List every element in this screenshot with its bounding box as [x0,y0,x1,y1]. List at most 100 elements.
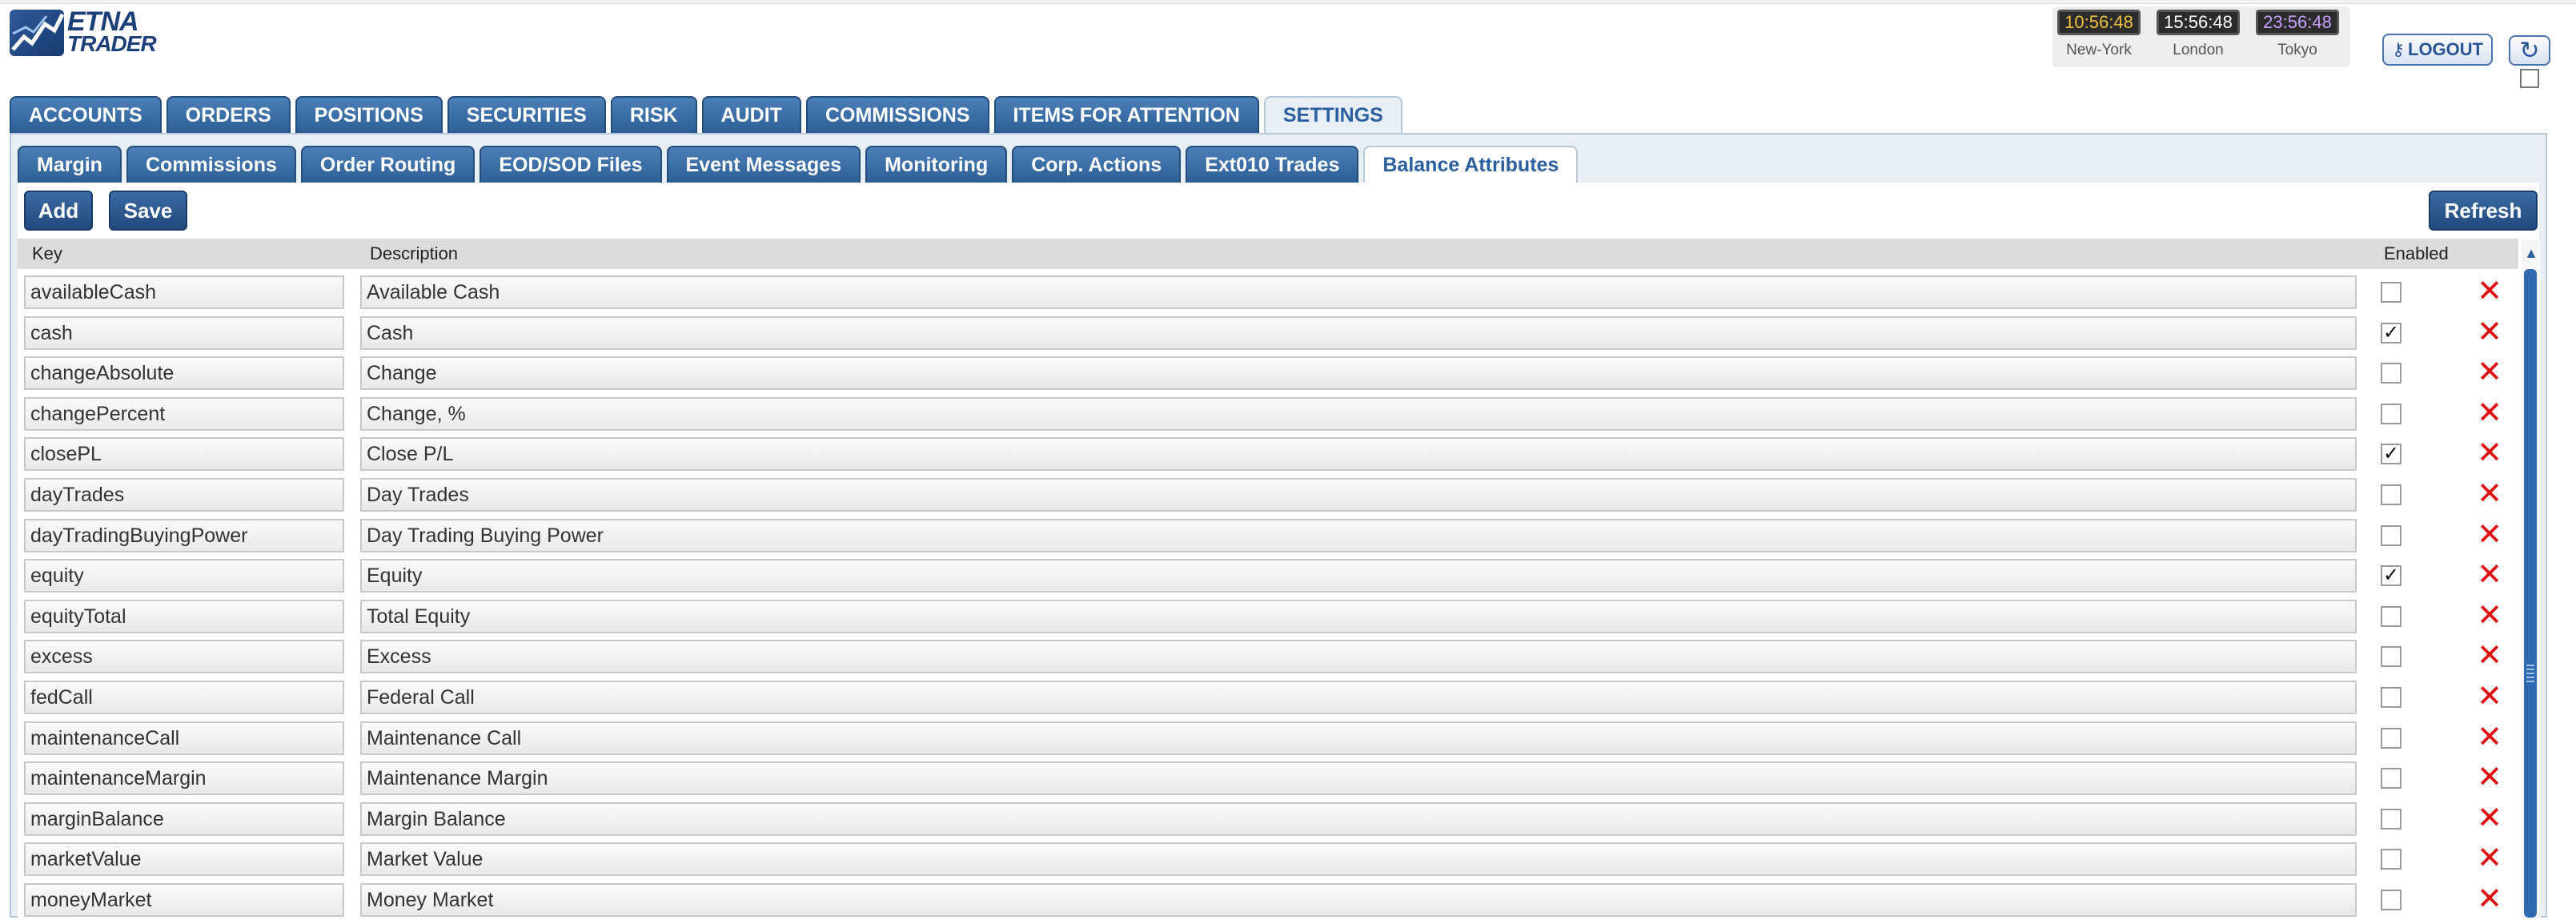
enabled-checkbox[interactable] [2381,363,2401,384]
key-field[interactable]: dayTradingBuyingPower [24,518,344,552]
subtab-corp-actions[interactable]: Corp. Actions [1012,146,1182,183]
tab-accounts[interactable]: ACCOUNTS [10,96,162,133]
delete-icon[interactable]: ✕ [2474,519,2506,551]
key-field[interactable]: excess [24,640,344,674]
scroll-thumb[interactable] [2524,269,2537,918]
key-field[interactable]: fedCall [24,681,344,714]
key-field[interactable]: availableCash [24,275,344,309]
subtab-monitoring[interactable]: Monitoring [865,146,1008,183]
delete-icon[interactable]: ✕ [2474,478,2506,510]
subtab-event-messages[interactable]: Event Messages [666,146,861,183]
enabled-checkbox[interactable] [2381,646,2401,668]
add-button[interactable]: Add [24,191,93,231]
save-button[interactable]: Save [109,191,187,231]
refresh-icon-button[interactable]: ↻ [2509,35,2550,66]
scroll-up-icon[interactable]: ▲ [2522,243,2541,263]
table-row: availableCash Available Cash ✕ [24,272,2514,312]
refresh-button[interactable]: Refresh [2429,191,2538,231]
enabled-checkbox[interactable] [2381,524,2401,546]
tab-securities[interactable]: SECURITIES [447,96,606,133]
delete-icon[interactable]: ✕ [2474,681,2506,713]
enabled-checkbox[interactable]: ✓ [2381,444,2401,465]
enabled-checkbox[interactable] [2381,403,2401,424]
key-field[interactable]: moneyMarket [24,883,344,917]
delete-icon[interactable]: ✕ [2474,842,2506,874]
key-field[interactable]: closePL [24,437,344,472]
description-field[interactable]: Available Cash [360,275,2357,309]
delete-icon[interactable]: ✕ [2474,640,2506,672]
enabled-checkbox[interactable] [2381,808,2401,830]
delete-icon[interactable]: ✕ [2474,761,2506,793]
description-field[interactable]: Close P/L [360,437,2357,472]
table-header: Key Description Enabled [18,239,2518,269]
tab-risk[interactable]: RISK [610,96,697,133]
description-field[interactable]: Day Trades [360,478,2357,512]
description-field[interactable]: Money Market [360,883,2357,917]
delete-icon[interactable]: ✕ [2474,600,2506,632]
tab-audit[interactable]: AUDIT [701,96,801,133]
key-field[interactable]: equity [24,559,344,593]
table-scrollbar[interactable]: ▲ [2522,240,2541,918]
tab-positions[interactable]: POSITIONS [295,96,443,133]
description-field[interactable]: Federal Call [360,681,2357,714]
description-field[interactable]: Market Value [360,842,2357,877]
key-field[interactable]: changePercent [24,396,344,431]
key-field[interactable]: equityTotal [24,599,344,633]
tab-orders[interactable]: ORDERS [166,96,291,133]
key-field[interactable]: maintenanceMargin [24,761,344,796]
delete-icon[interactable]: ✕ [2474,559,2506,591]
key-field[interactable]: maintenanceCall [24,721,344,755]
key-field[interactable]: marketValue [24,842,344,877]
key-field[interactable]: dayTrades [24,478,344,512]
subtab-balance-attributes[interactable]: Balance Attributes [1363,146,1579,183]
enabled-checkbox[interactable] [2381,605,2401,627]
enabled-checkbox[interactable]: ✓ [2381,322,2401,343]
enabled-checkbox[interactable] [2381,890,2401,910]
clock-city: Tokyo [2277,42,2317,58]
delete-icon[interactable]: ✕ [2474,883,2506,915]
table-row: equity Equity ✓ ✕ [24,556,2514,596]
column-header-enabled: Enabled [2384,243,2449,263]
tab-settings[interactable]: SETTINGS [1263,96,1402,133]
key-field[interactable]: changeAbsolute [24,356,344,391]
enabled-checkbox[interactable] [2381,849,2401,870]
description-field[interactable]: Excess [360,640,2357,674]
enabled-checkbox[interactable] [2381,282,2401,303]
tab-commissions[interactable]: COMMISSIONS [805,96,989,133]
subtab-ext010-trades[interactable]: Ext010 Trades [1186,146,1359,183]
enabled-checkbox[interactable]: ✓ [2381,565,2401,587]
description-field[interactable]: Equity [360,559,2357,593]
description-field[interactable]: Maintenance Margin [360,761,2357,796]
delete-icon[interactable]: ✕ [2474,437,2506,469]
enabled-checkbox[interactable] [2381,687,2401,708]
tab-items-for-attention[interactable]: ITEMS FOR ATTENTION [993,96,1259,133]
column-header-key: Key [32,243,62,263]
delete-icon[interactable]: ✕ [2474,721,2506,753]
subtab-margin[interactable]: Margin [18,146,122,183]
delete-icon[interactable]: ✕ [2474,275,2506,307]
main-tabs: ACCOUNTS ORDERS POSITIONS SECURITIES RIS… [10,96,1402,133]
enabled-checkbox[interactable] [2381,484,2401,505]
description-field[interactable]: Day Trading Buying Power [360,518,2357,552]
logout-button[interactable]: ⚷ LOGOUT [2382,34,2493,66]
enabled-checkbox[interactable] [2381,768,2401,789]
delete-icon[interactable]: ✕ [2474,397,2506,429]
delete-icon[interactable]: ✕ [2474,802,2506,834]
delete-icon[interactable]: ✕ [2474,316,2506,348]
column-header-description: Description [370,243,459,263]
subtab-commissions[interactable]: Commissions [126,146,296,183]
key-field[interactable]: cash [24,315,344,350]
subtab-order-routing[interactable]: Order Routing [300,146,475,183]
delete-icon[interactable]: ✕ [2474,356,2506,388]
enabled-checkbox[interactable] [2381,727,2401,749]
table-row: marginBalance Margin Balance ✕ [24,799,2514,839]
description-field[interactable]: Change, % [360,396,2357,431]
description-field[interactable]: Cash [360,315,2357,350]
description-field[interactable]: Total Equity [360,599,2357,633]
description-field[interactable]: Change [360,356,2357,391]
key-field[interactable]: marginBalance [24,801,344,836]
subtab-eod-sod-files[interactable]: EOD/SOD Files [479,146,662,183]
description-field[interactable]: Maintenance Call [360,721,2357,755]
header-checkbox[interactable] [2520,69,2539,88]
description-field[interactable]: Margin Balance [360,801,2357,836]
